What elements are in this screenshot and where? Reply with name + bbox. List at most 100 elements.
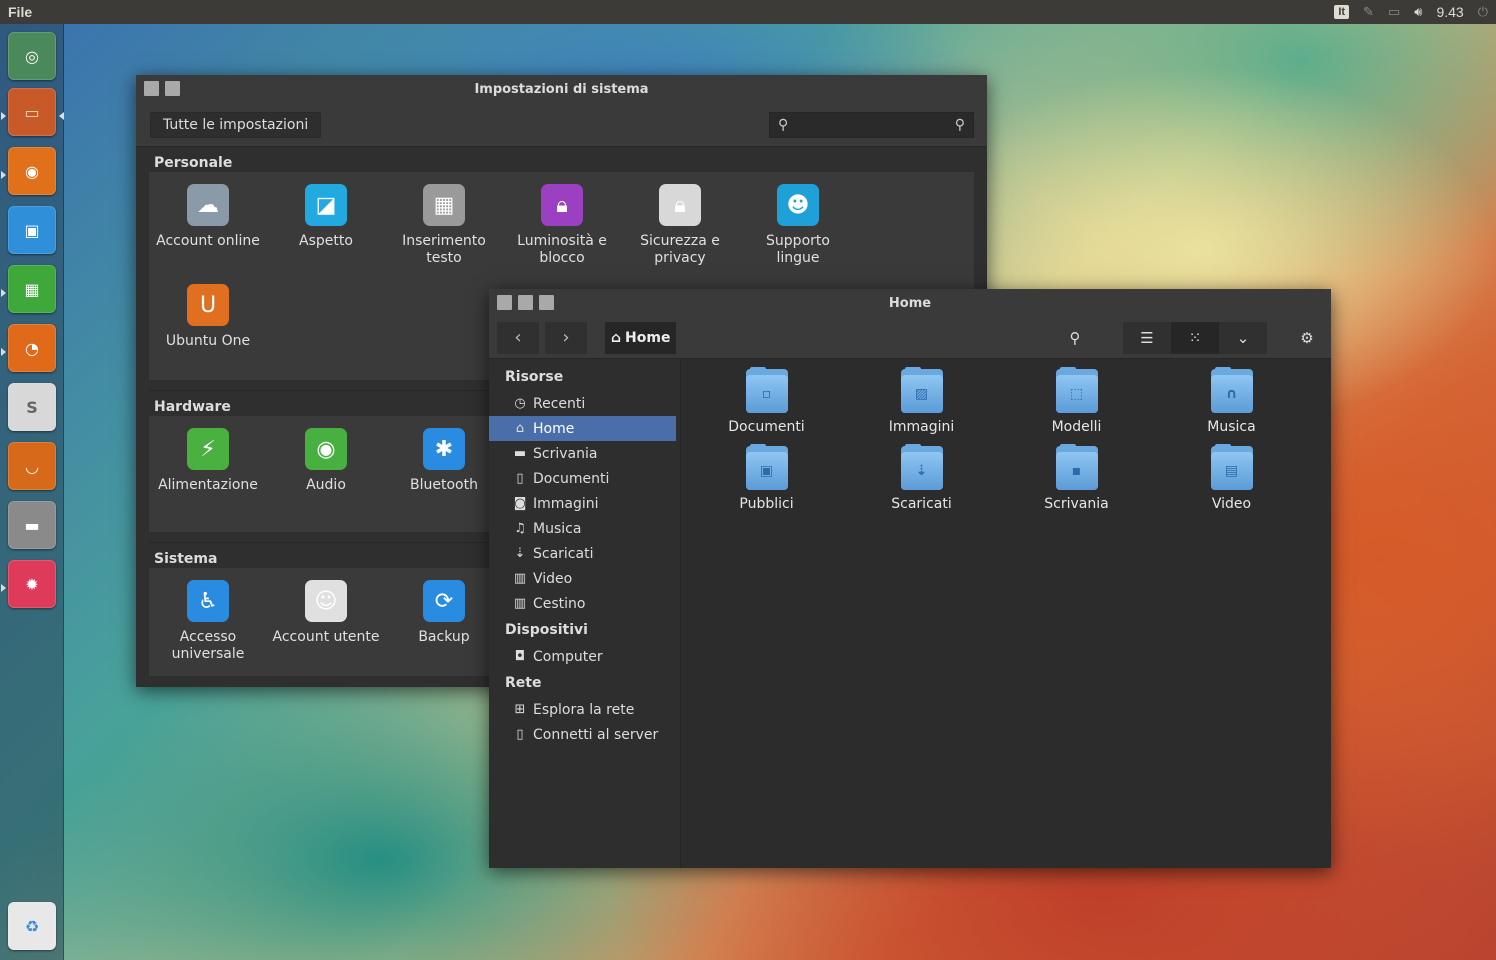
system-settings-launcher-button[interactable]: ✹ bbox=[8, 560, 56, 608]
settings-search-input[interactable] bbox=[801, 117, 942, 132]
window-title: Impostazioni di sistema bbox=[474, 81, 649, 97]
view-options-button[interactable]: ⌄ bbox=[1219, 322, 1267, 354]
sidebar-item-scrivania[interactable]: ▬ Scrivania bbox=[489, 441, 680, 466]
path-label: Home bbox=[625, 329, 671, 346]
files-window: Home ‹ › ⌂ Home ⚲ ☰ ⁙ ⌄ ⚙ Risorse ◷ Recent… bbox=[489, 289, 1331, 868]
close-window-button[interactable] bbox=[144, 81, 159, 96]
top-panel: File It ✎ ▭ 🔊︎ 9.43 ⏻ bbox=[0, 0, 1496, 24]
sidebar-item-immagini[interactable]: ◙ Immagini bbox=[489, 491, 680, 516]
grid-icon: ⁙ bbox=[1188, 329, 1202, 347]
pictures-folder-icon: ▨ bbox=[900, 367, 943, 413]
setting-label: Accesso universale bbox=[171, 629, 245, 662]
libreoffice-writer-icon: ▣ bbox=[24, 220, 40, 240]
security-lock-icon: 🔒︎ bbox=[659, 184, 701, 226]
setting-bluetooth[interactable]: ✱ Bluetooth bbox=[385, 424, 503, 532]
keyboard-layout-indicator[interactable]: It bbox=[1334, 5, 1350, 19]
firefox-icon: ◉ bbox=[25, 161, 39, 181]
running-indicator bbox=[1, 348, 6, 356]
setting-label: Aspetto bbox=[299, 233, 353, 249]
dash-home-launcher-button[interactable]: ◎ bbox=[8, 32, 56, 80]
app-menu-file[interactable]: File bbox=[8, 4, 32, 20]
setting-power[interactable]: ⚡ Alimentazione bbox=[149, 424, 267, 532]
setting-language-support[interactable]: ☻ Supporto lingue bbox=[739, 180, 857, 280]
setting-cloud[interactable]: ☁ Account online bbox=[149, 180, 267, 280]
setting-audio[interactable]: ◉ Audio bbox=[267, 424, 385, 532]
appearance-icon: ◪ bbox=[305, 184, 347, 226]
sidebar-item-musica[interactable]: ♫ Musica bbox=[489, 516, 680, 541]
toggle-switch-launcher-button[interactable]: ▬ bbox=[8, 501, 56, 549]
language-support-icon: ☻ bbox=[777, 184, 819, 226]
sidebar-item-recenti[interactable]: ◷ Recenti bbox=[489, 391, 680, 416]
setting-label: Ubuntu One bbox=[165, 333, 251, 349]
files-titlebar[interactable]: Home bbox=[489, 289, 1331, 317]
folder-scaricati[interactable]: ⇣ Scaricati bbox=[844, 444, 999, 521]
folder-scrivania[interactable]: ▪ Scrivania bbox=[999, 444, 1154, 521]
list-view-button[interactable]: ☰ bbox=[1123, 322, 1171, 354]
recent-clock-icon: ◷ bbox=[514, 396, 526, 411]
libreoffice-writer-launcher-button[interactable]: ▣ bbox=[8, 206, 56, 254]
setting-security-lock[interactable]: 🔒︎ Sicurezza e privacy bbox=[621, 180, 739, 280]
firefox-launcher-button[interactable]: ◉ bbox=[8, 147, 56, 195]
close-window-button[interactable] bbox=[497, 295, 512, 310]
sidebar-item-label: Recenti bbox=[533, 395, 586, 412]
setting-label: Sicurezza e privacy bbox=[640, 233, 720, 266]
setting-appearance[interactable]: ◪ Aspetto bbox=[267, 180, 385, 280]
sidebar-item-home[interactable]: ⌂ Home bbox=[489, 416, 676, 441]
folder-documenti[interactable]: ▫ Documenti bbox=[689, 367, 844, 444]
folder-pubblici[interactable]: ▣ Pubblici bbox=[689, 444, 844, 521]
settings-titlebar[interactable]: Impostazioni di sistema bbox=[136, 75, 987, 103]
path-bar-home[interactable]: ⌂ Home bbox=[605, 321, 677, 354]
folder-emblem: ▣ bbox=[745, 452, 788, 490]
setting-backup[interactable]: ⟳ Backup bbox=[385, 576, 503, 676]
sidebar-item-scaricati[interactable]: ⇣ Scaricati bbox=[489, 541, 680, 566]
folder-musica[interactable]: ∩ Musica bbox=[1154, 367, 1309, 444]
sidebar-item-label: Connetti al server bbox=[533, 726, 659, 743]
search-button[interactable]: ⚲ bbox=[1051, 322, 1099, 354]
settings-menu-button[interactable]: ⚙ bbox=[1291, 322, 1323, 354]
search-clear-icon[interactable]: ⚲ bbox=[955, 117, 965, 133]
sidebar-item-esplora-la-rete[interactable]: ⊞ Esplora la rete bbox=[489, 697, 680, 722]
grid-view-button[interactable]: ⁙ bbox=[1171, 322, 1219, 354]
sidebar-heading-dispositivi: Dispositivi bbox=[505, 622, 588, 638]
settings-toolbar: Tutte le impostazioni ⚲ ⚲ bbox=[136, 103, 987, 147]
libreoffice-calc-launcher-button[interactable]: ▦ bbox=[8, 265, 56, 313]
trash-recycle-launcher-button[interactable]: ♻ bbox=[8, 902, 56, 950]
folder-video[interactable]: ▤ Video bbox=[1154, 444, 1309, 521]
folder-emblem: ▪ bbox=[1055, 452, 1098, 490]
setting-ubuntu-one[interactable]: U Ubuntu One bbox=[149, 280, 267, 380]
setting-label: Luminosità e blocco bbox=[517, 233, 607, 266]
volume-icon[interactable]: 🔊︎ bbox=[1414, 4, 1422, 20]
messaging-indicator-icon[interactable]: ▭ bbox=[1388, 4, 1400, 20]
minimize-window-button[interactable] bbox=[165, 81, 180, 96]
sidebar-item-label: Esplora la rete bbox=[533, 701, 635, 718]
files-toolbar: ‹ › ⌂ Home ⚲ ☰ ⁙ ⌄ ⚙ bbox=[489, 317, 1331, 359]
forward-button[interactable]: › bbox=[545, 321, 587, 354]
settings-search-field[interactable]: ⚲ ⚲ bbox=[769, 111, 974, 138]
files-app-launcher-button[interactable]: ▭ bbox=[8, 88, 56, 136]
setting-accessibility[interactable]: ♿︎ Accesso universale bbox=[149, 576, 267, 676]
setting-user-account[interactable]: ☺ Account utente bbox=[267, 576, 385, 676]
amazon-shopping-launcher-button[interactable]: ◡ bbox=[8, 442, 56, 490]
software-center-launcher-button[interactable]: S bbox=[8, 383, 56, 431]
clock[interactable]: 9.43 bbox=[1436, 4, 1463, 20]
sidebar-item-cestino[interactable]: ▥ Cestino bbox=[489, 591, 680, 616]
sidebar-item-documenti[interactable]: ▯ Documenti bbox=[489, 466, 680, 491]
sidebar-item-video[interactable]: ▥ Video bbox=[489, 566, 680, 591]
sidebar-item-connetti-al-server[interactable]: ▯ Connetti al server bbox=[489, 722, 680, 747]
sidebar-item-computer[interactable]: ◘ Computer bbox=[489, 644, 680, 669]
minimize-window-button[interactable] bbox=[518, 295, 533, 310]
setting-keyboard-text[interactable]: ▦ Inserimento testo bbox=[385, 180, 503, 280]
music-note-icon: ♫ bbox=[514, 521, 526, 536]
setting-lock-brightness[interactable]: 🔒︎ Luminosità e blocco bbox=[503, 180, 621, 280]
power-indicator-icon[interactable]: ⏻ bbox=[1478, 4, 1488, 20]
folder-label: Scrivania bbox=[1044, 496, 1109, 512]
all-settings-button[interactable]: Tutte le impostazioni bbox=[150, 111, 322, 138]
folder-view: ▫ Documenti ▨ Immagini ⬚ Modelli ∩ Musica ▣ Pubbl… bbox=[681, 359, 1331, 868]
libreoffice-impress-launcher-button[interactable]: ◔ bbox=[8, 324, 56, 372]
folder-immagini[interactable]: ▨ Immagini bbox=[844, 367, 999, 444]
network-indicator-icon[interactable]: ✎ bbox=[1363, 4, 1374, 20]
back-button[interactable]: ‹ bbox=[497, 321, 539, 354]
folder-modelli[interactable]: ⬚ Modelli bbox=[999, 367, 1154, 444]
desktop-folder-icon: ▬ bbox=[513, 446, 527, 461]
maximize-window-button[interactable] bbox=[539, 295, 554, 310]
